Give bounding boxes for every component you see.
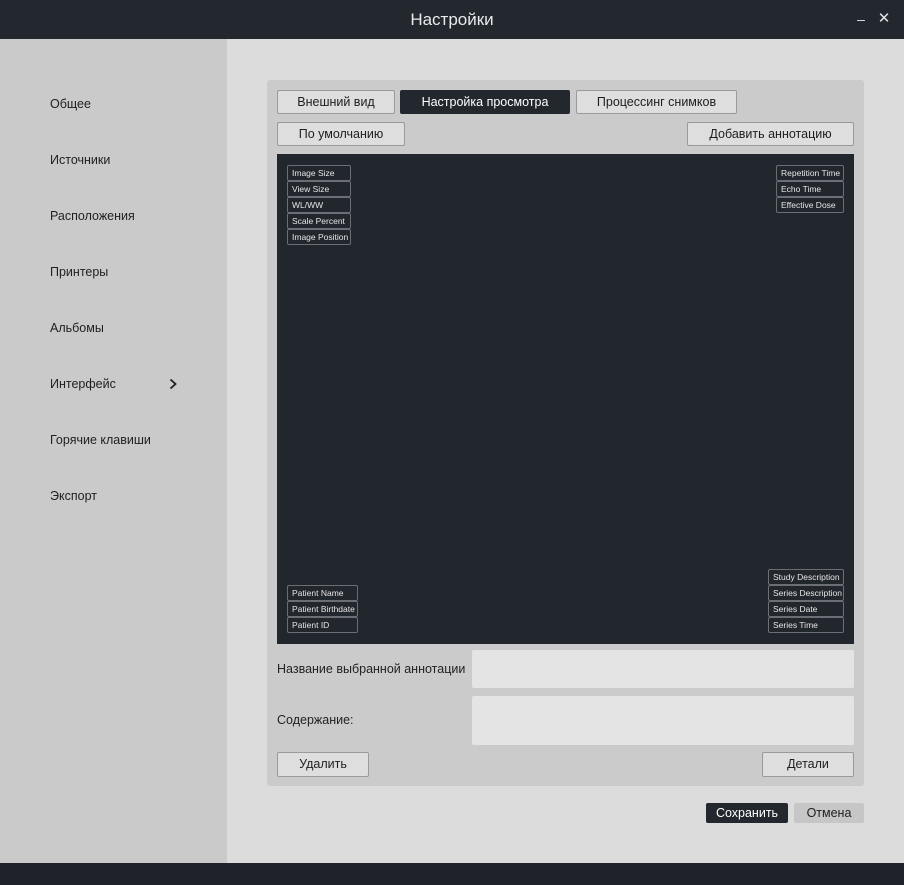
sidebar-item-sources[interactable]: Источники	[0, 140, 227, 180]
default-button[interactable]: По умолчанию	[277, 122, 405, 146]
annotation-tag[interactable]: Repetition Time	[776, 165, 844, 181]
view-settings-panel: Внешний вид Настройка просмотра Процесси…	[267, 80, 864, 786]
annotation-tag[interactable]: WL/WW	[287, 197, 351, 213]
annotation-preview: Image Size View Size WL/WW Scale Percent…	[277, 154, 854, 644]
sidebar-item-albums[interactable]: Альбомы	[0, 308, 227, 348]
sidebar-item-general[interactable]: Общее	[0, 84, 227, 124]
title-bar: Настройки – ✕	[0, 0, 904, 39]
annotation-tag[interactable]: Patient Birthdate	[287, 601, 358, 617]
annotation-tag[interactable]: Series Date	[768, 601, 844, 617]
sidebar-item-label: Альбомы	[50, 321, 104, 335]
window-title: Настройки	[410, 10, 494, 29]
sidebar-item-label: Источники	[50, 153, 111, 167]
annotation-name-label: Название выбранной аннотации	[277, 662, 466, 676]
sidebar-item-export[interactable]: Экспорт	[0, 476, 227, 516]
annotation-name-field[interactable]	[472, 650, 854, 688]
sidebar-item-interface[interactable]: Интерфейс	[0, 364, 227, 404]
tab-image-processing[interactable]: Процессинг снимков	[576, 90, 737, 114]
settings-content: Внешний вид Настройка просмотра Процесси…	[227, 39, 904, 863]
chevron-right-icon	[169, 378, 177, 390]
sidebar-item-label: Общее	[50, 97, 91, 111]
content-label: Содержание:	[277, 713, 354, 727]
tab-view-settings[interactable]: Настройка просмотра	[400, 90, 570, 114]
annotation-tag[interactable]: Scale Percent	[287, 213, 351, 229]
cancel-button[interactable]: Отмена	[794, 803, 864, 823]
close-icon[interactable]: ✕	[876, 10, 892, 28]
sidebar-item-label: Горячие клавиши	[50, 433, 151, 447]
tab-appearance[interactable]: Внешний вид	[277, 90, 395, 114]
add-annotation-button[interactable]: Добавить аннотацию	[687, 122, 854, 146]
annotation-tag[interactable]: View Size	[287, 181, 351, 197]
delete-button[interactable]: Удалить	[277, 752, 369, 777]
content-field[interactable]	[472, 696, 854, 745]
bottom-bar	[0, 863, 904, 885]
details-button[interactable]: Детали	[762, 752, 854, 777]
sidebar: Общее Источники Расположения Принтеры Ал…	[0, 39, 227, 863]
annotation-tag[interactable]: Patient ID	[287, 617, 358, 633]
annotation-tag[interactable]: Echo Time	[776, 181, 844, 197]
save-button[interactable]: Сохранить	[706, 803, 788, 823]
sidebar-item-printers[interactable]: Принтеры	[0, 252, 227, 292]
annotation-tag[interactable]: Study Description	[768, 569, 844, 585]
minimize-icon[interactable]: –	[853, 10, 869, 28]
sidebar-item-label: Расположения	[50, 209, 135, 223]
sidebar-item-label: Принтеры	[50, 265, 109, 279]
annotation-tag[interactable]: Effective Dose	[776, 197, 844, 213]
annotation-tag[interactable]: Series Time	[768, 617, 844, 633]
sidebar-item-label: Интерфейс	[50, 377, 116, 391]
sidebar-item-label: Экспорт	[50, 489, 97, 503]
sidebar-item-locations[interactable]: Расположения	[0, 196, 227, 236]
annotation-tag[interactable]: Series Description	[768, 585, 844, 601]
annotation-tag[interactable]: Patient Name	[287, 585, 358, 601]
annotation-tag[interactable]: Image Position	[287, 229, 351, 245]
annotation-tag[interactable]: Image Size	[287, 165, 351, 181]
sidebar-item-hotkeys[interactable]: Горячие клавиши	[0, 420, 227, 460]
